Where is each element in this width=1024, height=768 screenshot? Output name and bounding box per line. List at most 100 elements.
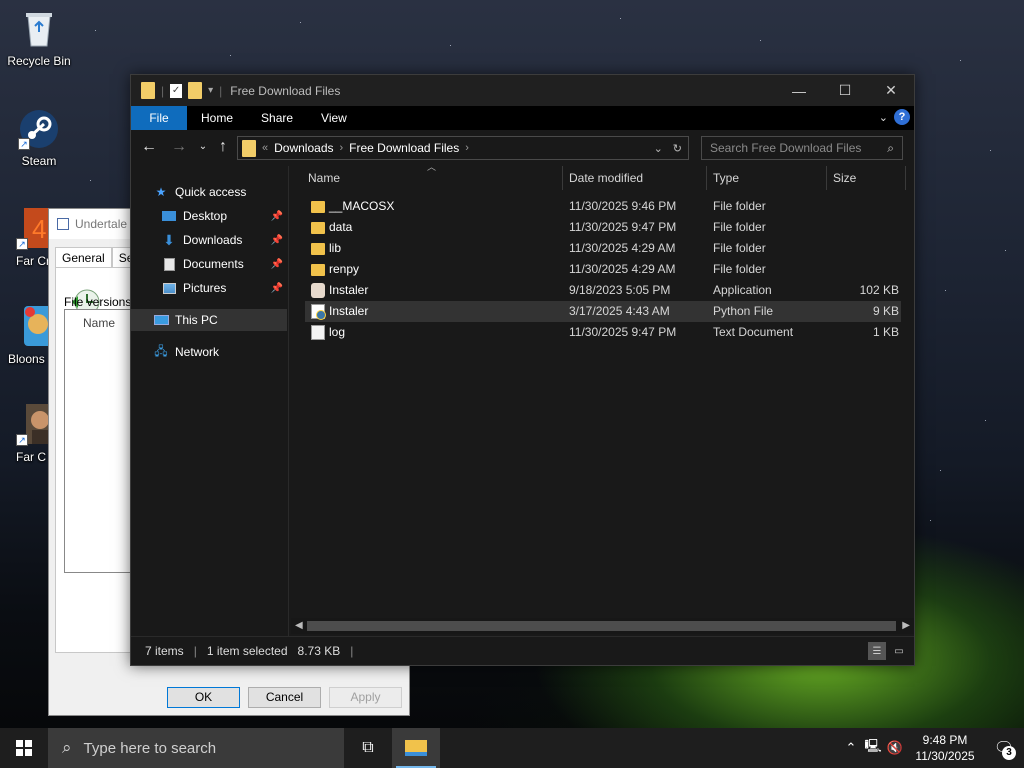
chevron-right-icon[interactable]: › [340,142,344,154]
minimize-icon[interactable]: — [776,75,822,106]
file-date: 11/30/2025 9:46 PM [569,199,677,213]
nav-downloads[interactable]: ⬇ Downloads 📌 [161,229,287,251]
taskbar-search[interactable]: ⌕ Type here to search [48,728,344,768]
network-icon[interactable]: 🖳 [862,737,884,759]
download-icon: ⬇ [163,231,175,248]
column-divider[interactable] [562,166,563,190]
column-header-size[interactable]: Size [833,166,856,190]
horizontal-scrollbar[interactable]: ◀ ▶ [291,618,914,634]
column-header-name[interactable]: Name [308,166,340,190]
search-icon: ⌕ [62,738,72,757]
svg-text:4: 4 [32,214,46,244]
cancel-button[interactable]: Cancel [248,687,321,708]
column-header-date[interactable]: Date modified [569,166,643,190]
table-row[interactable]: renpy 11/30/2025 4:29 AM File folder [305,259,901,280]
table-row-selected[interactable]: Instaler 3/17/2025 4:43 AM Python File 9… [305,301,901,322]
nav-pictures[interactable]: Pictures 📌 [161,277,287,299]
apply-button[interactable]: Apply [329,687,402,708]
close-icon[interactable]: ✕ [868,75,914,106]
steam-icon: ↗ [18,108,60,150]
star-icon: ★ [155,185,167,199]
notifications-button[interactable]: 🗨 3 [984,728,1024,768]
desktop-icon-steam[interactable]: ↗ Steam [2,108,76,168]
folder-icon [141,82,155,99]
table-row[interactable]: lib 11/30/2025 4:29 AM File folder [305,238,901,259]
tab-file[interactable]: File [131,106,187,130]
tab-general[interactable]: General [55,247,112,268]
file-type: Python File [713,304,774,318]
properties-title: Undertale [75,217,128,231]
large-icons-view-icon[interactable]: ▭ [890,642,908,660]
back-arrow-icon[interactable]: ← [139,138,159,156]
nav-label: Pictures [183,281,227,295]
clock[interactable]: 9:48 PM 11/30/2025 [906,732,984,764]
scroll-right-icon[interactable]: ▶ [902,618,910,634]
nav-label: This PC [175,313,218,327]
nav-documents[interactable]: Documents 📌 [161,253,287,275]
column-divider[interactable] [706,166,707,190]
recent-locations-icon[interactable]: ⌄ [193,141,213,152]
status-separator: | [350,644,354,658]
folder-icon [311,243,325,255]
file-date: 11/30/2025 9:47 PM [569,220,677,234]
address-dropdown-icon[interactable]: ⌄ [654,142,663,155]
toolbar-separator: | [161,83,165,98]
nav-label: Quick access [175,185,247,199]
pin-icon[interactable]: 📌 [271,259,283,270]
properties-icon[interactable]: ✓ [170,83,183,98]
pin-icon[interactable]: 📌 [271,283,283,294]
volume-muted-icon[interactable]: 🔇 [884,740,906,756]
windows-logo-icon [16,740,32,756]
explorer-titlebar: | ✓ ▾ | Free Download Files — ☐ ✕ [131,75,914,106]
pin-icon[interactable]: 📌 [271,211,283,222]
forward-arrow-icon[interactable]: → [169,138,189,156]
table-row[interactable]: __MACOSX 11/30/2025 9:46 PM File folder [305,196,901,217]
folder-icon [242,139,256,157]
file-name: Instaler [329,283,369,297]
details-view-icon[interactable]: ☰ [868,642,886,660]
nav-this-pc[interactable]: This PC [131,309,287,331]
file-list: ︿ Name Date modified Type Size __MACOSX … [291,162,914,636]
table-row[interactable]: Instaler 9/18/2023 5:05 PM Application 1… [305,280,901,301]
address-bar[interactable]: « Downloads › Free Download Files › ⌄ ↻ [237,136,689,160]
tab-view[interactable]: View [307,106,361,130]
column-header-type[interactable]: Type [713,166,739,190]
tab-share[interactable]: Share [247,106,307,130]
nav-network[interactable]: 🖧 Network [153,341,285,363]
task-view-button[interactable]: ⧉ [344,728,392,768]
up-arrow-icon[interactable]: ↑ [213,138,233,156]
file-date: 11/30/2025 9:47 PM [569,325,677,339]
application-icon [311,283,325,298]
start-button[interactable] [0,728,48,768]
help-icon[interactable]: ? [894,109,910,125]
table-row[interactable]: data 11/30/2025 9:47 PM File folder [305,217,901,238]
taskbar-file-explorer[interactable] [392,728,440,768]
chevron-up-icon[interactable]: ⌃ [840,740,862,756]
customize-toolbar-icon[interactable]: ▾ [208,85,213,96]
desktop-icon-recycle-bin[interactable]: Recycle Bin [2,8,76,68]
breadcrumb-downloads[interactable]: Downloads [274,141,333,155]
maximize-icon[interactable]: ☐ [822,75,868,106]
file-type: File folder [713,199,766,213]
breadcrumb-free-download-files[interactable]: Free Download Files [349,141,459,155]
scrollbar-thumb[interactable] [307,621,896,631]
overflow-chevron-icon[interactable]: « [262,142,268,154]
chevron-right-icon[interactable]: › [465,142,469,154]
status-item-count: 7 items [145,644,184,658]
pin-icon[interactable]: 📌 [271,235,283,246]
nav-quick-access[interactable]: ★ Quick access [153,181,285,203]
tab-home[interactable]: Home [187,106,247,130]
expand-ribbon-icon[interactable]: ⌄ [879,111,888,124]
column-divider[interactable] [905,166,906,190]
scroll-left-icon[interactable]: ◀ [295,618,303,634]
nav-desktop[interactable]: Desktop 📌 [161,205,287,227]
table-row[interactable]: log 11/30/2025 9:47 PM Text Document 1 K… [305,322,901,343]
view-switcher: ☰ ▭ [868,642,908,660]
computer-icon [153,313,169,327]
new-folder-icon[interactable] [188,82,203,99]
refresh-icon[interactable]: ↻ [673,142,682,155]
list-column-name[interactable]: Name [83,316,115,330]
ok-button[interactable]: OK [167,687,240,708]
column-divider[interactable] [826,166,827,190]
search-box[interactable]: Search Free Download Files ⌕ [701,136,903,160]
